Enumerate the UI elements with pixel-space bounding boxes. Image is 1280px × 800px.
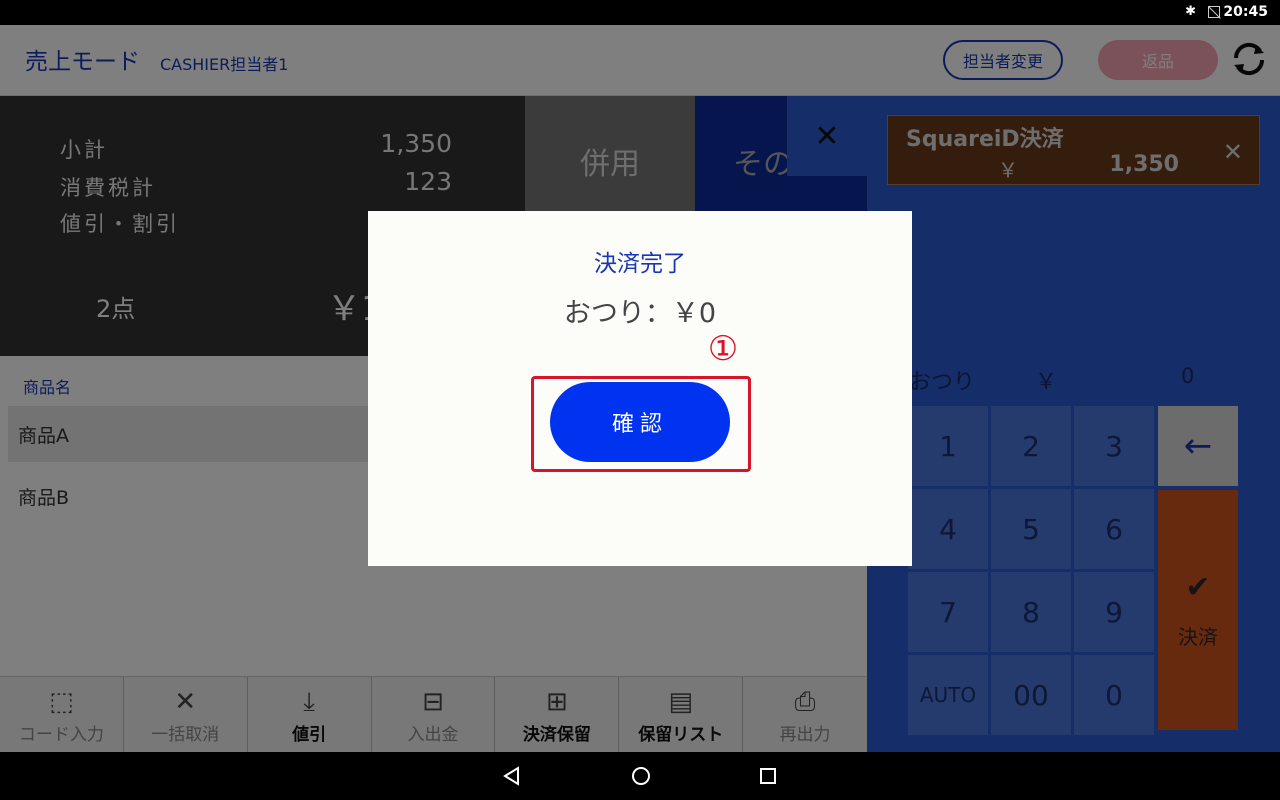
dialog-title: 決済完了 (594, 251, 686, 277)
back-icon[interactable] (500, 764, 524, 788)
home-icon[interactable] (629, 764, 653, 788)
status-bar: ✱ 20:45 (0, 0, 1280, 25)
android-nav-bar (0, 752, 1280, 800)
step-marker: ① (707, 329, 739, 369)
payment-complete-dialog: 決済完了 おつり：￥0 ① 確認 (368, 211, 912, 566)
no-sim-icon (1208, 6, 1220, 18)
clock: 20:45 (1223, 4, 1268, 20)
confirm-button[interactable]: 確認 (550, 382, 730, 462)
bluetooth-icon: ✱ (1185, 4, 1196, 19)
dialog-change-text: おつり：￥0 (563, 298, 717, 329)
recents-icon[interactable] (756, 764, 780, 788)
